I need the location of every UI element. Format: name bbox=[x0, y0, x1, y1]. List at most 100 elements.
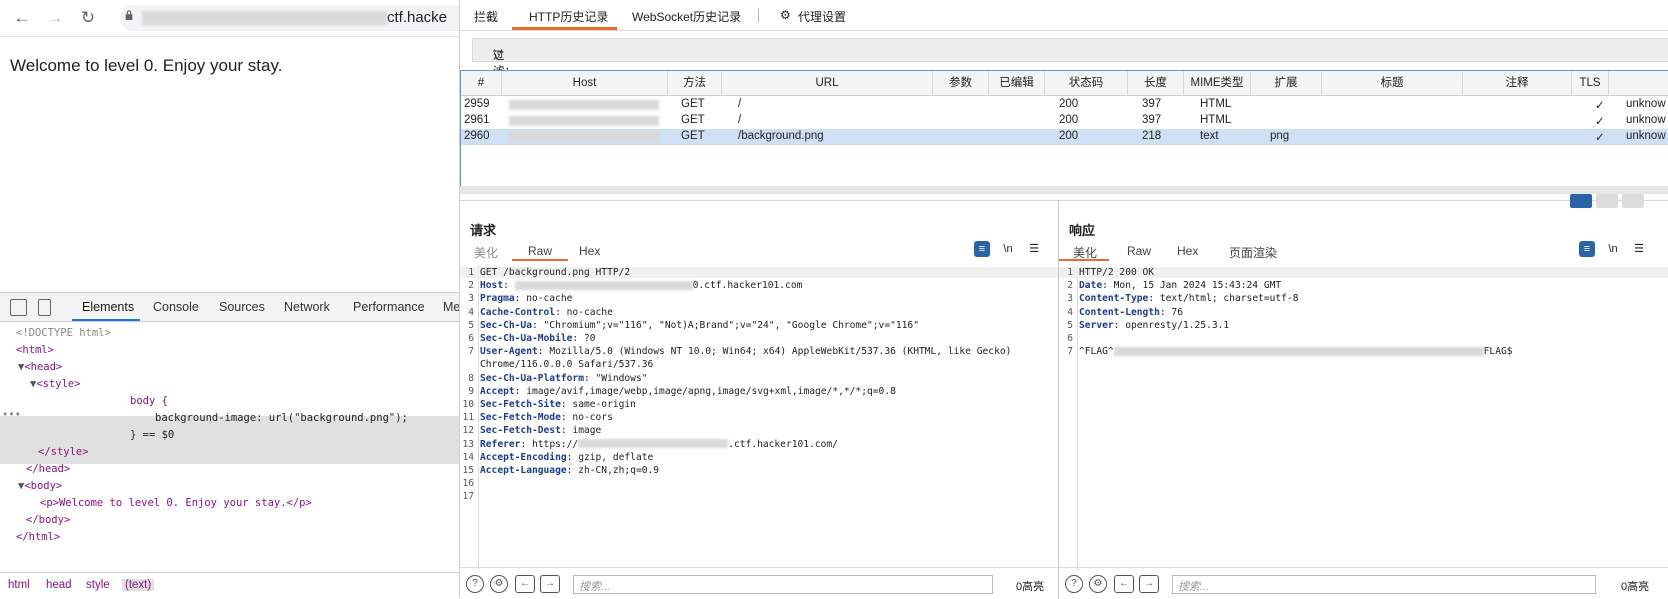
cell-ip: unknow bbox=[1626, 130, 1666, 142]
dom-line[interactable]: background-image: url("background.png"); bbox=[155, 412, 408, 424]
col-header[interactable]: # bbox=[461, 71, 502, 95]
col-header[interactable]: 注释 bbox=[1463, 71, 1572, 95]
layout-single-icon[interactable] bbox=[1622, 194, 1644, 208]
dom-line[interactable]: ▼<body> bbox=[18, 480, 62, 492]
wrap-icon[interactable]: ≡ bbox=[1579, 241, 1595, 257]
tab-console[interactable]: Console bbox=[153, 300, 199, 314]
tab-pretty[interactable]: 美化 bbox=[474, 244, 498, 261]
col-header[interactable]: MIME类型 bbox=[1184, 71, 1251, 95]
tab-performance[interactable]: Performance bbox=[353, 300, 425, 314]
newline-icon[interactable]: \n bbox=[1000, 241, 1016, 257]
breadcrumb-item[interactable]: style bbox=[86, 579, 110, 591]
code-line: 4 Cache-Control: no-cache bbox=[460, 307, 613, 318]
tab-elements[interactable]: Elements bbox=[82, 300, 134, 314]
cell-num: 2960 bbox=[464, 130, 490, 142]
help-icon[interactable]: ? bbox=[466, 575, 484, 593]
prev-icon[interactable]: ← bbox=[1114, 575, 1134, 593]
dom-line[interactable]: <html> bbox=[16, 344, 54, 356]
tab-more[interactable]: Me bbox=[443, 300, 459, 314]
dom-line[interactable]: </html> bbox=[16, 531, 60, 543]
ellipsis-icon[interactable]: ••• bbox=[2, 409, 21, 421]
newline-icon[interactable]: \n bbox=[1605, 241, 1621, 257]
dom-line[interactable]: </body> bbox=[26, 514, 70, 526]
filter-bar[interactable]: ▽ 过滤：隐藏CSS, 图片,一般二进制文件 bbox=[472, 38, 1668, 186]
line-number: 8 bbox=[468, 372, 474, 384]
header-value-tail: 0.ctf.hacker101.com bbox=[692, 280, 803, 292]
tab-hex[interactable]: Hex bbox=[579, 244, 600, 258]
col-header[interactable]: URL bbox=[722, 71, 933, 95]
code-line: 3 Pragma: no-cache bbox=[460, 293, 572, 304]
settings-icon[interactable]: ⚙ bbox=[490, 575, 508, 593]
response-editor[interactable]: 1 HTTP/2 200 OK 2 Date: Mon, 15 Jan 2024 15… bbox=[1059, 265, 1668, 570]
forward-icon[interactable]: → bbox=[45, 8, 65, 28]
layout-horizontal-icon[interactable] bbox=[1596, 194, 1618, 208]
page-paragraph: Welcome to level 0. Enjoy your stay. bbox=[10, 56, 283, 75]
dom-line[interactable]: } == $0 bbox=[130, 429, 174, 441]
menu-icon[interactable]: ☰ bbox=[1631, 241, 1647, 257]
cell-mime: HTML bbox=[1200, 114, 1232, 126]
prev-icon[interactable]: ← bbox=[515, 575, 535, 593]
dom-line[interactable]: ▼<style> bbox=[30, 378, 81, 390]
col-header[interactable]: 状态码 bbox=[1045, 71, 1128, 95]
code-line: 17 bbox=[460, 491, 480, 502]
settings-icon[interactable]: ⚙ bbox=[1089, 575, 1107, 593]
col-header[interactable]: 参数 bbox=[933, 71, 989, 95]
header-name: User-Agent bbox=[480, 346, 538, 358]
reload-icon[interactable]: ↻ bbox=[78, 8, 98, 28]
highlight-count: 0高亮 bbox=[1016, 581, 1045, 593]
header-name: Cache-Control bbox=[480, 306, 556, 318]
tab-http-history[interactable]: HTTP历史记录 bbox=[529, 8, 608, 25]
search-input[interactable]: 搜索... bbox=[1172, 575, 1596, 594]
header-value: : same-origin bbox=[560, 399, 636, 410]
col-header[interactable]: 长度 bbox=[1128, 71, 1184, 95]
cell-method: GET bbox=[681, 98, 705, 110]
dom-line[interactable]: ▼<head> bbox=[18, 361, 62, 373]
dom-line[interactable]: <!DOCTYPE html> bbox=[16, 327, 111, 339]
device-toolbar-icon[interactable] bbox=[38, 299, 51, 316]
col-header[interactable]: 方法 bbox=[668, 71, 722, 95]
code-line: 13 Referer: https:// .ctf.hacker101.com/ bbox=[460, 439, 838, 450]
next-icon[interactable]: → bbox=[540, 575, 560, 593]
table-row-selected[interactable]: 2960 GET /background.png 200 218 text pn… bbox=[461, 129, 1668, 145]
table-row[interactable]: 2961 GET / 200 397 HTML ✓ unknow bbox=[461, 113, 1668, 129]
col-header[interactable]: TLS bbox=[1572, 71, 1609, 95]
redacted-text bbox=[578, 439, 729, 449]
breadcrumb-item[interactable]: (text) bbox=[122, 579, 155, 591]
tab-raw[interactable]: Raw bbox=[528, 244, 552, 258]
search-input[interactable]: 搜索... bbox=[573, 575, 993, 594]
dom-line[interactable]: <p>Welcome to level 0. Enjoy your stay.<… bbox=[40, 497, 312, 509]
cell-tls: ✓ bbox=[1595, 132, 1605, 144]
wrap-icon[interactable]: ≡ bbox=[974, 241, 990, 257]
breadcrumb-item[interactable]: html bbox=[8, 579, 30, 591]
header-value: : image/avif,image/webp,image/apng,image… bbox=[514, 385, 896, 397]
request-editor[interactable]: 1 GET /background.png HTTP/2 2 Host: 0.ctf.… bbox=[460, 265, 1058, 570]
header-value: : no-cache bbox=[514, 293, 573, 305]
menu-icon[interactable]: ☰ bbox=[1026, 241, 1042, 257]
tab-websocket-history[interactable]: WebSocket历史记录 bbox=[632, 8, 741, 25]
tab-sources[interactable]: Sources bbox=[219, 300, 265, 314]
address-bar[interactable]: ctf.hacke bbox=[120, 5, 459, 31]
tab-intercept[interactable]: 拦截 bbox=[474, 8, 498, 25]
dom-line[interactable]: </style> bbox=[38, 446, 89, 458]
tab-hex[interactable]: Hex bbox=[1177, 244, 1198, 258]
tab-render[interactable]: 页面渲染 bbox=[1229, 244, 1277, 261]
layout-split-icon[interactable] bbox=[1570, 194, 1592, 208]
back-icon[interactable]: ← bbox=[12, 8, 32, 28]
gear-icon[interactable]: ⚙ bbox=[780, 8, 791, 22]
tab-network[interactable]: Network bbox=[284, 300, 330, 314]
tab-proxy-settings[interactable]: 代理设置 bbox=[798, 8, 846, 25]
col-header[interactable]: 扩展 bbox=[1251, 71, 1322, 95]
splitter[interactable] bbox=[460, 186, 1668, 194]
tab-raw[interactable]: Raw bbox=[1127, 244, 1151, 258]
table-row[interactable]: 2959 GET / 200 397 HTML ✓ unknow bbox=[461, 97, 1668, 113]
inspect-icon[interactable] bbox=[10, 299, 27, 316]
dom-line[interactable]: body { bbox=[130, 395, 168, 407]
dom-line[interactable]: </head> bbox=[26, 463, 70, 475]
breadcrumb-item[interactable]: head bbox=[46, 579, 72, 591]
next-icon[interactable]: → bbox=[1139, 575, 1159, 593]
header-value-tail: .ctf.hacker101.com/ bbox=[728, 438, 838, 450]
help-icon[interactable]: ? bbox=[1065, 575, 1083, 593]
col-header[interactable]: 已编辑 bbox=[989, 71, 1045, 95]
col-header[interactable]: 标题 bbox=[1322, 71, 1463, 95]
col-header[interactable]: Host bbox=[502, 71, 668, 95]
